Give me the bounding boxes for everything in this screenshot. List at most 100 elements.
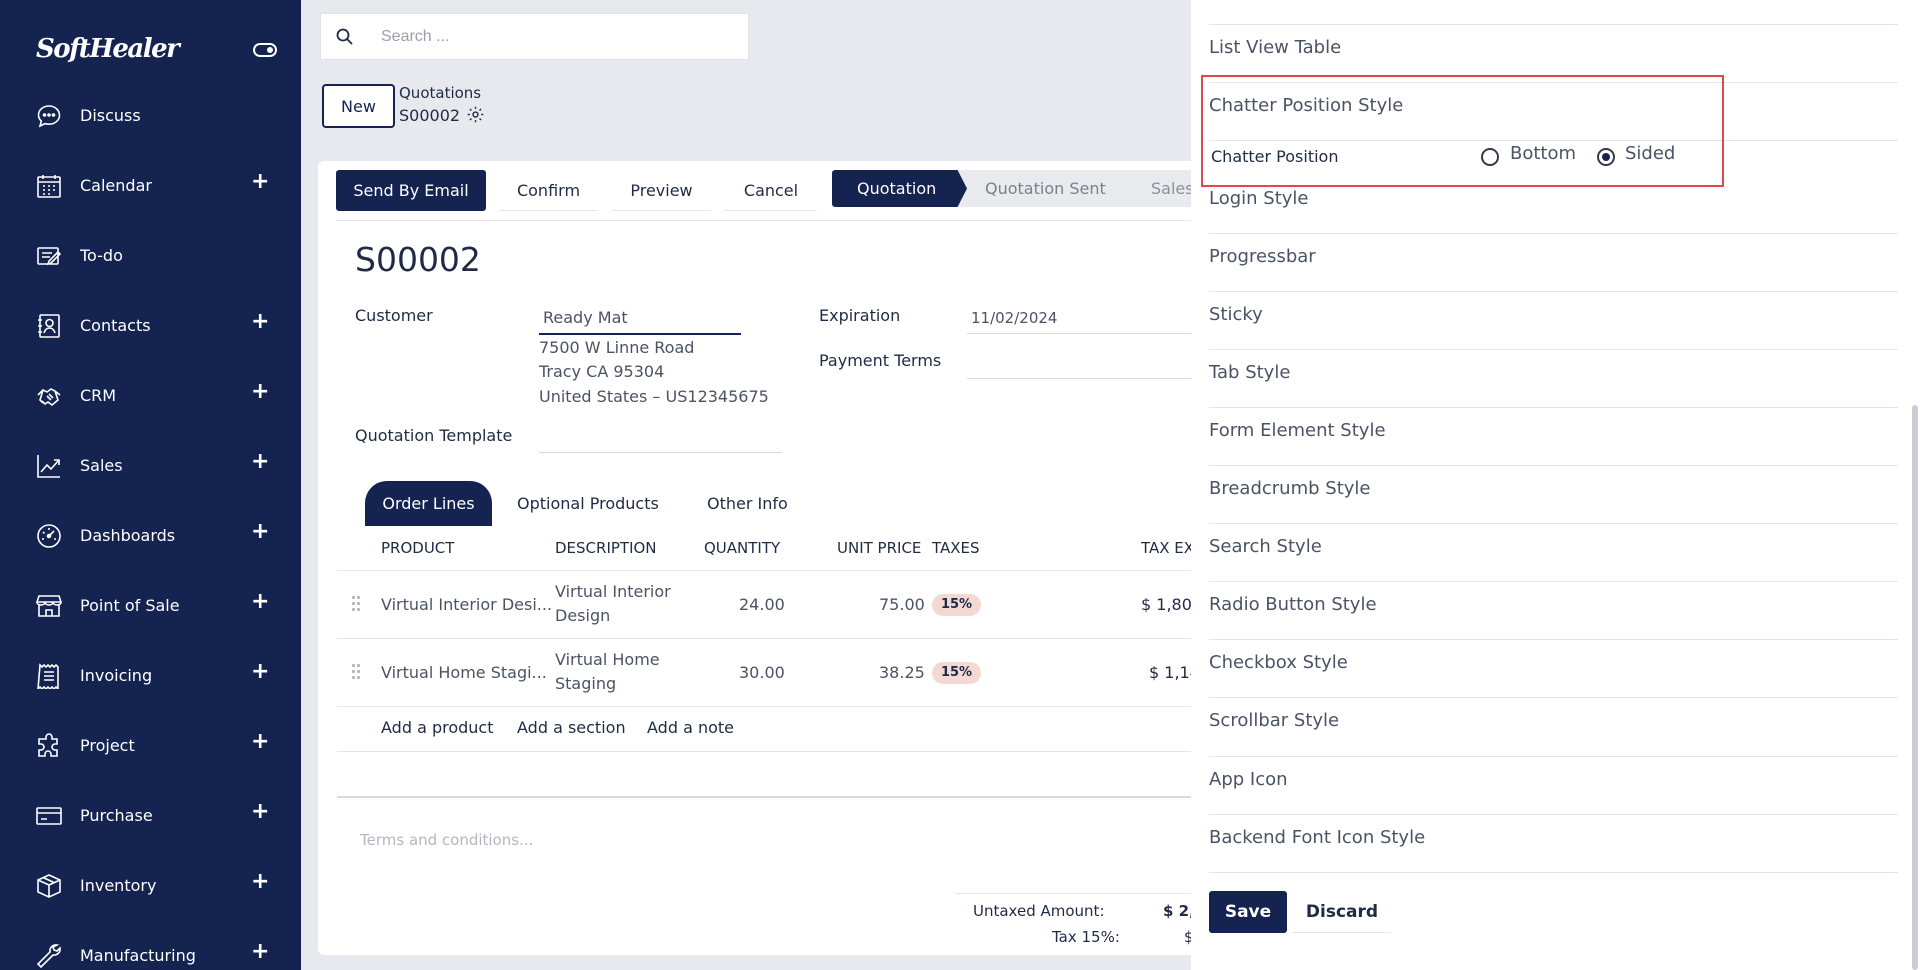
unit-price-cell[interactable]: 38.25	[879, 663, 925, 682]
section-progressbar[interactable]: Progressbar	[1209, 246, 1316, 267]
tab-other-info[interactable]: Other Info	[707, 481, 788, 526]
col-header-unit-price[interactable]: UNIT PRICE	[837, 539, 921, 557]
section-form-element-style[interactable]: Form Element Style	[1209, 420, 1386, 441]
address-line: United States – US12345675	[539, 387, 769, 406]
sidebar-item-calendar[interactable]: Calendar +	[0, 161, 301, 211]
stage-quotation[interactable]: Quotation	[832, 170, 967, 207]
expand-plus-icon[interactable]: +	[251, 659, 269, 684]
add-section-link[interactable]: Add a section	[517, 718, 626, 737]
quantity-cell[interactable]: 24.00	[739, 595, 785, 614]
sidebar-toggle[interactable]	[253, 43, 277, 57]
description-cell[interactable]: Virtual Interior	[555, 582, 671, 601]
sidebar-item-label: Invoicing	[80, 666, 153, 685]
cancel-button[interactable]: Cancel	[725, 170, 817, 211]
divider	[1209, 291, 1898, 292]
payment-terms-input[interactable]	[967, 378, 1198, 379]
drag-handle-icon[interactable]	[352, 596, 362, 612]
expand-plus-icon[interactable]: +	[251, 169, 269, 194]
untaxed-amount-label: Untaxed Amount:	[973, 902, 1105, 920]
sidebar-item-crm[interactable]: CRM +	[0, 371, 301, 421]
expand-plus-icon[interactable]: +	[251, 379, 269, 404]
confirm-button[interactable]: Confirm	[499, 170, 598, 211]
product-cell[interactable]: Virtual Home Stagi...	[381, 663, 547, 682]
expiration-label: Expiration	[819, 306, 901, 325]
col-header-description[interactable]: DESCRIPTION	[555, 539, 657, 557]
description-cell[interactable]: Design	[555, 606, 610, 625]
tax-badge: 15%	[932, 594, 981, 616]
divider	[1209, 872, 1898, 873]
divider	[1209, 24, 1898, 25]
new-button[interactable]: New	[322, 84, 395, 128]
expand-plus-icon[interactable]: +	[251, 729, 269, 754]
col-header-product[interactable]: PRODUCT	[381, 539, 454, 557]
expand-plus-icon[interactable]: +	[251, 519, 269, 544]
sidebar-item-label: Contacts	[80, 316, 151, 335]
col-header-taxes[interactable]: TAXES	[932, 539, 980, 557]
section-tab-style[interactable]: Tab Style	[1209, 362, 1290, 383]
expiration-input[interactable]: 11/02/2024	[971, 309, 1057, 327]
customer-input[interactable]: Ready Mat	[543, 308, 628, 327]
tab-optional-products[interactable]: Optional Products	[517, 481, 659, 526]
sidebar-item-project[interactable]: Project +	[0, 721, 301, 771]
section-app-icon[interactable]: App Icon	[1209, 769, 1288, 790]
send-by-email-button[interactable]: Send By Email	[336, 170, 486, 211]
add-product-link[interactable]: Add a product	[381, 718, 494, 737]
sidebar-item-dashboards[interactable]: Dashboards +	[0, 511, 301, 561]
expand-plus-icon[interactable]: +	[251, 309, 269, 334]
divider	[337, 796, 1198, 798]
expand-plus-icon[interactable]: +	[251, 799, 269, 824]
col-header-quantity[interactable]: QUANTITY	[704, 539, 780, 557]
sidebar-item-purchase[interactable]: Purchase +	[0, 791, 301, 841]
discard-button[interactable]: Discard	[1293, 891, 1391, 933]
sidebar-item-label: CRM	[80, 386, 117, 405]
sidebar-item-manufacturing[interactable]: Manufacturing +	[0, 931, 301, 970]
chart-line-icon	[37, 455, 60, 478]
sidebar-item-inventory[interactable]: Inventory +	[0, 861, 301, 911]
sidebar-item-invoicing[interactable]: Invoicing +	[0, 651, 301, 701]
panel-scrollbar[interactable]	[1912, 405, 1918, 970]
description-cell[interactable]: Virtual Home	[555, 650, 660, 669]
expand-plus-icon[interactable]: +	[251, 449, 269, 474]
calendar-icon	[37, 175, 61, 198]
sidebar: SoftHealer Discuss Calendar + To-do Cont…	[0, 0, 301, 970]
gear-icon[interactable]	[467, 106, 484, 123]
save-button[interactable]: Save	[1209, 891, 1287, 933]
quotation-template-input[interactable]	[539, 452, 782, 453]
section-sticky[interactable]: Sticky	[1209, 304, 1263, 325]
description-cell[interactable]: Staging	[555, 674, 616, 693]
expand-plus-icon[interactable]: +	[251, 589, 269, 614]
search-input[interactable]	[381, 24, 721, 50]
stage-quotation-sent[interactable]: Quotation Sent	[955, 170, 1145, 207]
sidebar-item-point-of-sale[interactable]: Point of Sale +	[0, 581, 301, 631]
tax-label: Tax 15%:	[1052, 928, 1120, 946]
preview-button[interactable]: Preview	[612, 170, 711, 211]
section-backend-font-icon-style[interactable]: Backend Font Icon Style	[1209, 827, 1425, 848]
product-cell[interactable]: Virtual Interior Desi...	[381, 595, 552, 614]
add-note-link[interactable]: Add a note	[647, 718, 734, 737]
section-search-style[interactable]: Search Style	[1209, 536, 1322, 557]
terms-input[interactable]: Terms and conditions...	[360, 831, 533, 849]
expand-plus-icon[interactable]: +	[251, 869, 269, 894]
drag-handle-icon[interactable]	[352, 664, 362, 680]
quotation-template-label: Quotation Template	[355, 426, 513, 445]
sidebar-item-contacts[interactable]: Contacts +	[0, 301, 301, 351]
breadcrumb-parent[interactable]: Quotations	[399, 84, 481, 102]
sidebar-item-discuss[interactable]: Discuss	[0, 91, 301, 141]
expand-plus-icon[interactable]: +	[251, 939, 269, 964]
section-login-style[interactable]: Login Style	[1209, 188, 1309, 209]
sidebar-item-sales[interactable]: Sales +	[0, 441, 301, 491]
col-header-tax-excl[interactable]: TAX EX	[1141, 539, 1194, 557]
unit-price-cell[interactable]: 75.00	[879, 595, 925, 614]
expiration-underline	[967, 333, 1198, 334]
section-checkbox-style[interactable]: Checkbox Style	[1209, 652, 1348, 673]
breadcrumb-current: S00002	[399, 106, 461, 125]
section-list-view-table[interactable]: List View Table	[1209, 37, 1341, 58]
gauge-icon	[37, 524, 61, 548]
sidebar-item-todo[interactable]: To-do	[0, 231, 301, 281]
tab-order-lines[interactable]: Order Lines	[365, 481, 492, 526]
section-scrollbar-style[interactable]: Scrollbar Style	[1209, 710, 1339, 731]
section-radio-button-style[interactable]: Radio Button Style	[1209, 594, 1377, 615]
quantity-cell[interactable]: 30.00	[739, 663, 785, 682]
search-icon	[336, 28, 353, 45]
section-breadcrumb-style[interactable]: Breadcrumb Style	[1209, 478, 1370, 499]
